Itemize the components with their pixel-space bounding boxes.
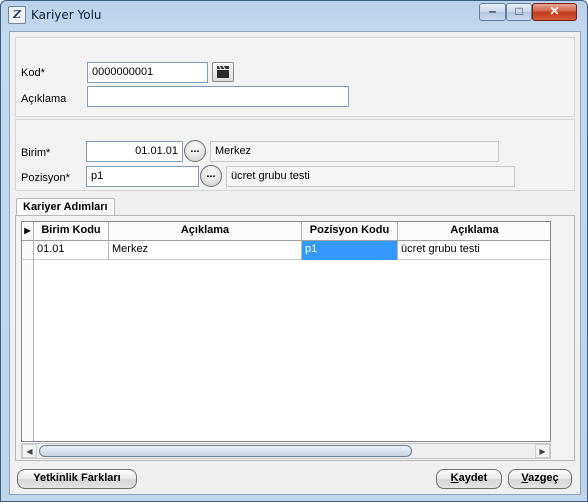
- aciklama-label: Açıklama: [21, 93, 67, 105]
- horizontal-scrollbar[interactable]: ◀ ▶: [21, 443, 551, 459]
- column-header-pozisyon-aciklama[interactable]: Açıklama: [398, 222, 550, 241]
- pozisyon-label: Pozisyon*: [21, 172, 70, 184]
- header-panel: Kod* 0000000001 Açıklama: [15, 37, 575, 117]
- row-indicator-column: [22, 241, 34, 441]
- assignment-panel: Birim* 01.01.01 ... Merkez Pozisyon* p1 …: [15, 119, 575, 191]
- tab-kariyer-adimlari[interactable]: Kariyer Adımları: [16, 198, 115, 216]
- table-row[interactable]: 01.01 Merkez p1 ücret grubu testi: [22, 241, 550, 260]
- window-title: Kariyer Yolu: [31, 8, 102, 22]
- career-steps-grid[interactable]: ▶ Birim Kodu Açıklama Pozisyon Kodu Açık…: [21, 221, 551, 442]
- birim-label: Birim*: [21, 147, 51, 159]
- vazgec-button[interactable]: Vazgeç: [508, 469, 572, 489]
- window: Z Kariyer Yolu ‒ □ ✕ Kod* 0000000001 Açı…: [0, 0, 588, 502]
- app-logo-icon: Z: [8, 6, 26, 24]
- row-indicator: [22, 241, 34, 260]
- minimize-icon: ‒: [489, 4, 496, 18]
- scroll-left-icon[interactable]: ◀: [22, 444, 37, 458]
- kod-label: Kod*: [21, 67, 45, 79]
- scroll-right-icon[interactable]: ▶: [535, 444, 550, 458]
- pozisyon-name-field: ücret grubu testi: [226, 166, 515, 187]
- column-header-pozisyon-kodu[interactable]: Pozisyon Kodu: [302, 222, 398, 241]
- kod-generate-button[interactable]: [212, 62, 234, 82]
- grid-header-row: ▶ Birim Kodu Açıklama Pozisyon Kodu Açık…: [22, 222, 550, 241]
- birim-field[interactable]: 01.01.01: [86, 141, 183, 162]
- column-header-birim-kodu[interactable]: Birim Kodu: [34, 222, 109, 241]
- cell-pozisyon-kodu[interactable]: p1: [302, 241, 398, 260]
- cell-birim-kodu[interactable]: 01.01: [34, 241, 109, 260]
- pozisyon-lookup-button[interactable]: ...: [200, 165, 222, 187]
- aciklama-field[interactable]: [87, 86, 349, 107]
- kaydet-button[interactable]: Kaydet: [436, 469, 502, 489]
- kod-field[interactable]: 0000000001: [87, 62, 208, 83]
- scrollbar-thumb[interactable]: [39, 445, 412, 457]
- row-indicator-header: ▶: [22, 222, 34, 241]
- yetkinlik-farklari-button[interactable]: Yetkinlik Farkları: [17, 469, 137, 489]
- ellipsis-icon: ...: [190, 143, 200, 155]
- maximize-button[interactable]: □: [506, 3, 532, 21]
- pozisyon-field[interactable]: p1: [86, 166, 199, 187]
- clapperboard-icon: [217, 65, 229, 78]
- cell-pozisyon-aciklama[interactable]: ücret grubu testi: [398, 241, 550, 260]
- ellipsis-icon: ...: [206, 168, 216, 180]
- title-bar[interactable]: Z Kariyer Yolu ‒ □ ✕: [1, 1, 587, 29]
- column-header-birim-aciklama[interactable]: Açıklama: [109, 222, 302, 241]
- dialog-body: Kod* 0000000001 Açıklama Birim* 01.01.01…: [9, 31, 581, 495]
- minimize-button[interactable]: ‒: [479, 3, 506, 21]
- close-button[interactable]: ✕: [532, 3, 577, 21]
- birim-name-field: Merkez: [210, 141, 499, 162]
- cell-birim-aciklama[interactable]: Merkez: [109, 241, 302, 260]
- close-icon: ✕: [549, 4, 560, 18]
- birim-lookup-button[interactable]: ...: [184, 140, 206, 162]
- maximize-icon: □: [515, 4, 523, 18]
